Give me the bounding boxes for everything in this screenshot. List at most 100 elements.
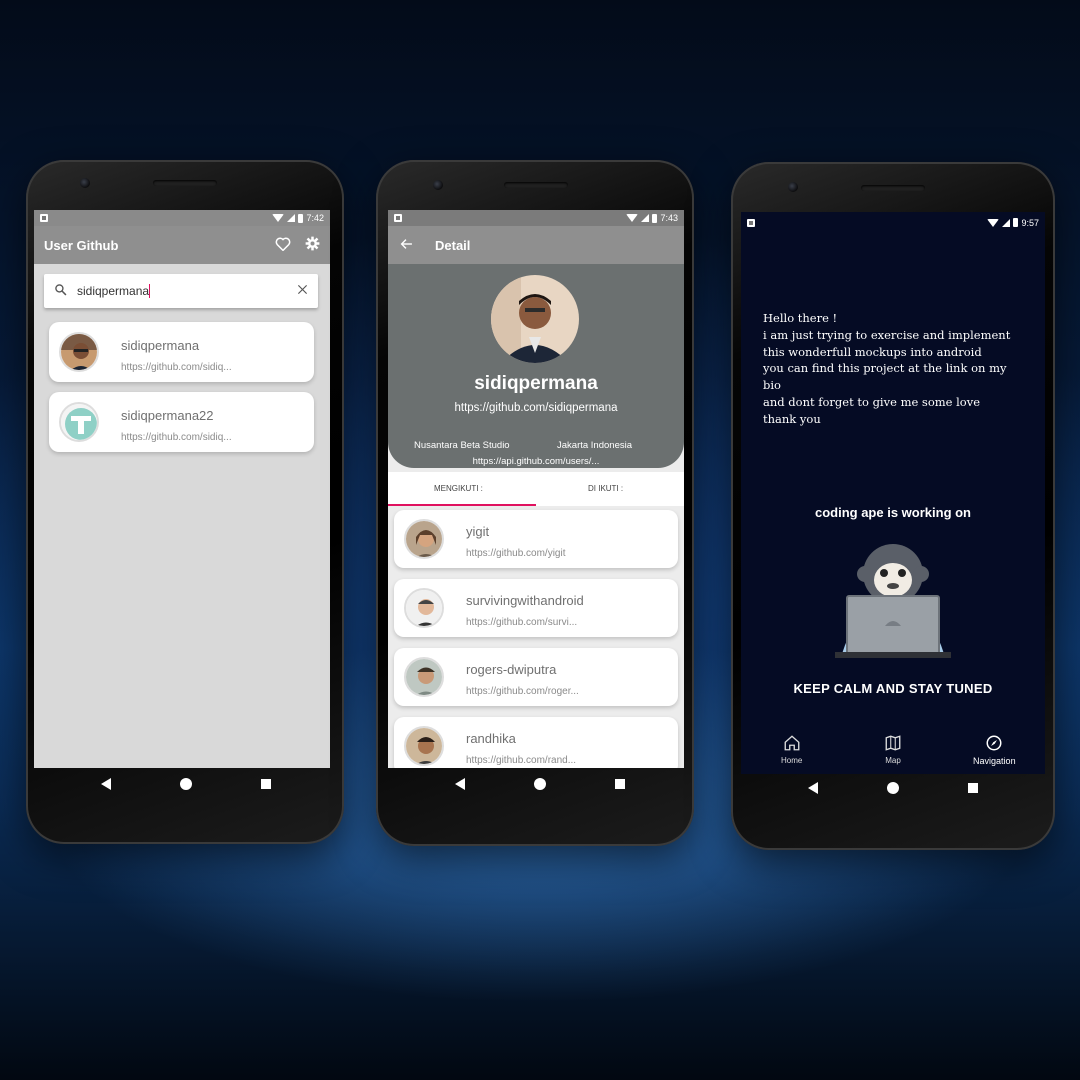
notification-icon: [40, 214, 48, 222]
status-time: 7:43: [660, 213, 678, 223]
working-text: coding ape is working on: [814, 505, 971, 520]
arrow-back-icon[interactable]: [400, 238, 413, 253]
nav-navigation[interactable]: Navigation: [959, 734, 1029, 774]
status-bar: 7:43: [388, 210, 684, 226]
earpiece-speaker: [504, 182, 568, 188]
system-navigation-bar: [66, 766, 306, 802]
back-icon[interactable]: [454, 778, 465, 790]
user-url: https://github.com/survi...: [466, 617, 578, 628]
list-item[interactable]: randhika https://github.com/rand...: [394, 717, 678, 768]
search-input[interactable]: sidiqpermana: [44, 274, 318, 308]
home-icon: [783, 734, 801, 754]
list-item[interactable]: sidiqpermana22 https://github.com/sidiq.…: [49, 392, 314, 452]
close-icon[interactable]: [297, 284, 308, 298]
list-item[interactable]: survivingwithandroid https://github.com/…: [394, 579, 678, 637]
profile-location: Jakarta Indonesia: [557, 440, 632, 451]
wifi-icon: [987, 218, 1000, 227]
gear-icon[interactable]: [305, 236, 320, 254]
home-button-icon[interactable]: [533, 778, 546, 790]
user-url: https://github.com/rand...: [466, 755, 577, 766]
gorilla-illustration: [833, 540, 953, 662]
page-title: Detail: [435, 237, 471, 253]
heart-icon[interactable]: [275, 237, 291, 254]
tab-bar: MENGIKUTI : DI IKUTI :: [388, 472, 684, 506]
user-name: sidiqpermana22: [121, 408, 214, 423]
avatar: [404, 657, 444, 697]
nav-navigation-label: Navigation: [973, 756, 1016, 766]
profile-api-url[interactable]: https://api.github.com/users/...: [388, 456, 684, 467]
profile-avatar: [491, 275, 579, 363]
user-url: https://github.com/sidiq...: [121, 432, 232, 443]
front-camera: [433, 180, 443, 190]
recents-icon[interactable]: [615, 779, 626, 789]
front-camera: [788, 182, 798, 192]
signal-icon: [287, 214, 296, 222]
compass-icon: [985, 734, 1003, 754]
battery-icon: [298, 213, 304, 223]
phone-1: 7:42 User Github sidiqpermana sidiqperma…: [26, 160, 344, 844]
nav-home[interactable]: Home: [757, 734, 827, 774]
status-time: 7:42: [306, 213, 324, 223]
user-url: https://github.com/roger...: [466, 686, 579, 697]
list-item[interactable]: yigit https://github.com/yigit: [394, 510, 678, 568]
recents-icon[interactable]: [968, 783, 979, 793]
avatar: [404, 588, 444, 628]
phone-3: 9:57 Hello there ! i am just trying to e…: [731, 162, 1055, 850]
tagline: KEEP CALM AND STAY TUNED: [793, 681, 993, 696]
home-button-icon[interactable]: [886, 782, 899, 794]
earpiece-speaker: [861, 185, 925, 191]
user-url: https://github.com/sidiq...: [121, 362, 232, 373]
user-name: rogers-dwiputra: [466, 662, 557, 677]
front-camera: [80, 178, 90, 188]
signal-icon: [1002, 218, 1011, 227]
home-button-icon[interactable]: [179, 778, 192, 790]
bottom-navigation: Home Map Navigation: [741, 734, 1045, 774]
user-name: survivingwithandroid: [466, 593, 584, 608]
app-bar: User Github: [34, 226, 330, 264]
notification-icon: [394, 214, 402, 222]
list-item[interactable]: rogers-dwiputra https://github.com/roger…: [394, 648, 678, 706]
back-icon[interactable]: [100, 778, 111, 790]
nav-home-label: Home: [780, 756, 803, 765]
search-icon: [54, 283, 67, 299]
user-name: randhika: [466, 731, 516, 746]
phone-2: 7:43 Detail sidiqpermana https://github.…: [376, 160, 694, 846]
recents-icon[interactable]: [261, 779, 272, 789]
user-url: https://github.com/yigit: [466, 548, 566, 559]
avatar: [404, 519, 444, 559]
screen-coming-soon: 9:57 Hello there ! i am just trying to e…: [741, 212, 1045, 774]
system-navigation-bar: [420, 766, 660, 802]
search-query: sidiqpermana: [77, 283, 150, 298]
bio-text: Hello there ! i am just trying to exerci…: [763, 311, 1011, 426]
user-name: yigit: [466, 524, 490, 539]
profile-username: sidiqpermana: [474, 373, 598, 394]
wifi-icon: [272, 214, 285, 222]
list-item[interactable]: sidiqpermana https://github.com/sidiq...: [49, 322, 314, 382]
battery-icon: [652, 213, 658, 223]
notification-icon: [747, 218, 755, 227]
screen-user-github: 7:42 User Github sidiqpermana sidiqperma…: [34, 210, 330, 768]
active-tab-indicator: [388, 504, 536, 506]
status-bar: 9:57: [741, 212, 1045, 230]
status-bar: 7:42: [34, 210, 330, 226]
wifi-icon: [626, 214, 639, 222]
profile-url[interactable]: https://github.com/sidiqpermana: [388, 402, 684, 414]
nav-map-label: Map: [885, 756, 901, 765]
avatar: [59, 332, 99, 372]
map-icon: [884, 734, 902, 754]
back-icon[interactable]: [807, 782, 818, 794]
app-title: User Github: [44, 237, 119, 253]
status-time: 9:57: [1021, 217, 1039, 228]
nav-map[interactable]: Map: [858, 734, 928, 774]
user-name: sidiqpermana: [121, 338, 200, 353]
signal-icon: [641, 214, 650, 222]
profile-header: sidiqpermana https://github.com/sidiqper…: [388, 264, 684, 468]
tab-following[interactable]: MENGIKUTI :: [434, 484, 483, 493]
text-cursor: [149, 284, 151, 299]
profile-company: Nusantara Beta Studio: [414, 440, 510, 451]
screen-detail: 7:43 Detail sidiqpermana https://github.…: [388, 210, 684, 768]
avatar: [404, 726, 444, 766]
avatar: [59, 402, 99, 442]
tab-followers[interactable]: DI IKUTI :: [588, 484, 623, 493]
system-navigation-bar: [773, 770, 1013, 806]
